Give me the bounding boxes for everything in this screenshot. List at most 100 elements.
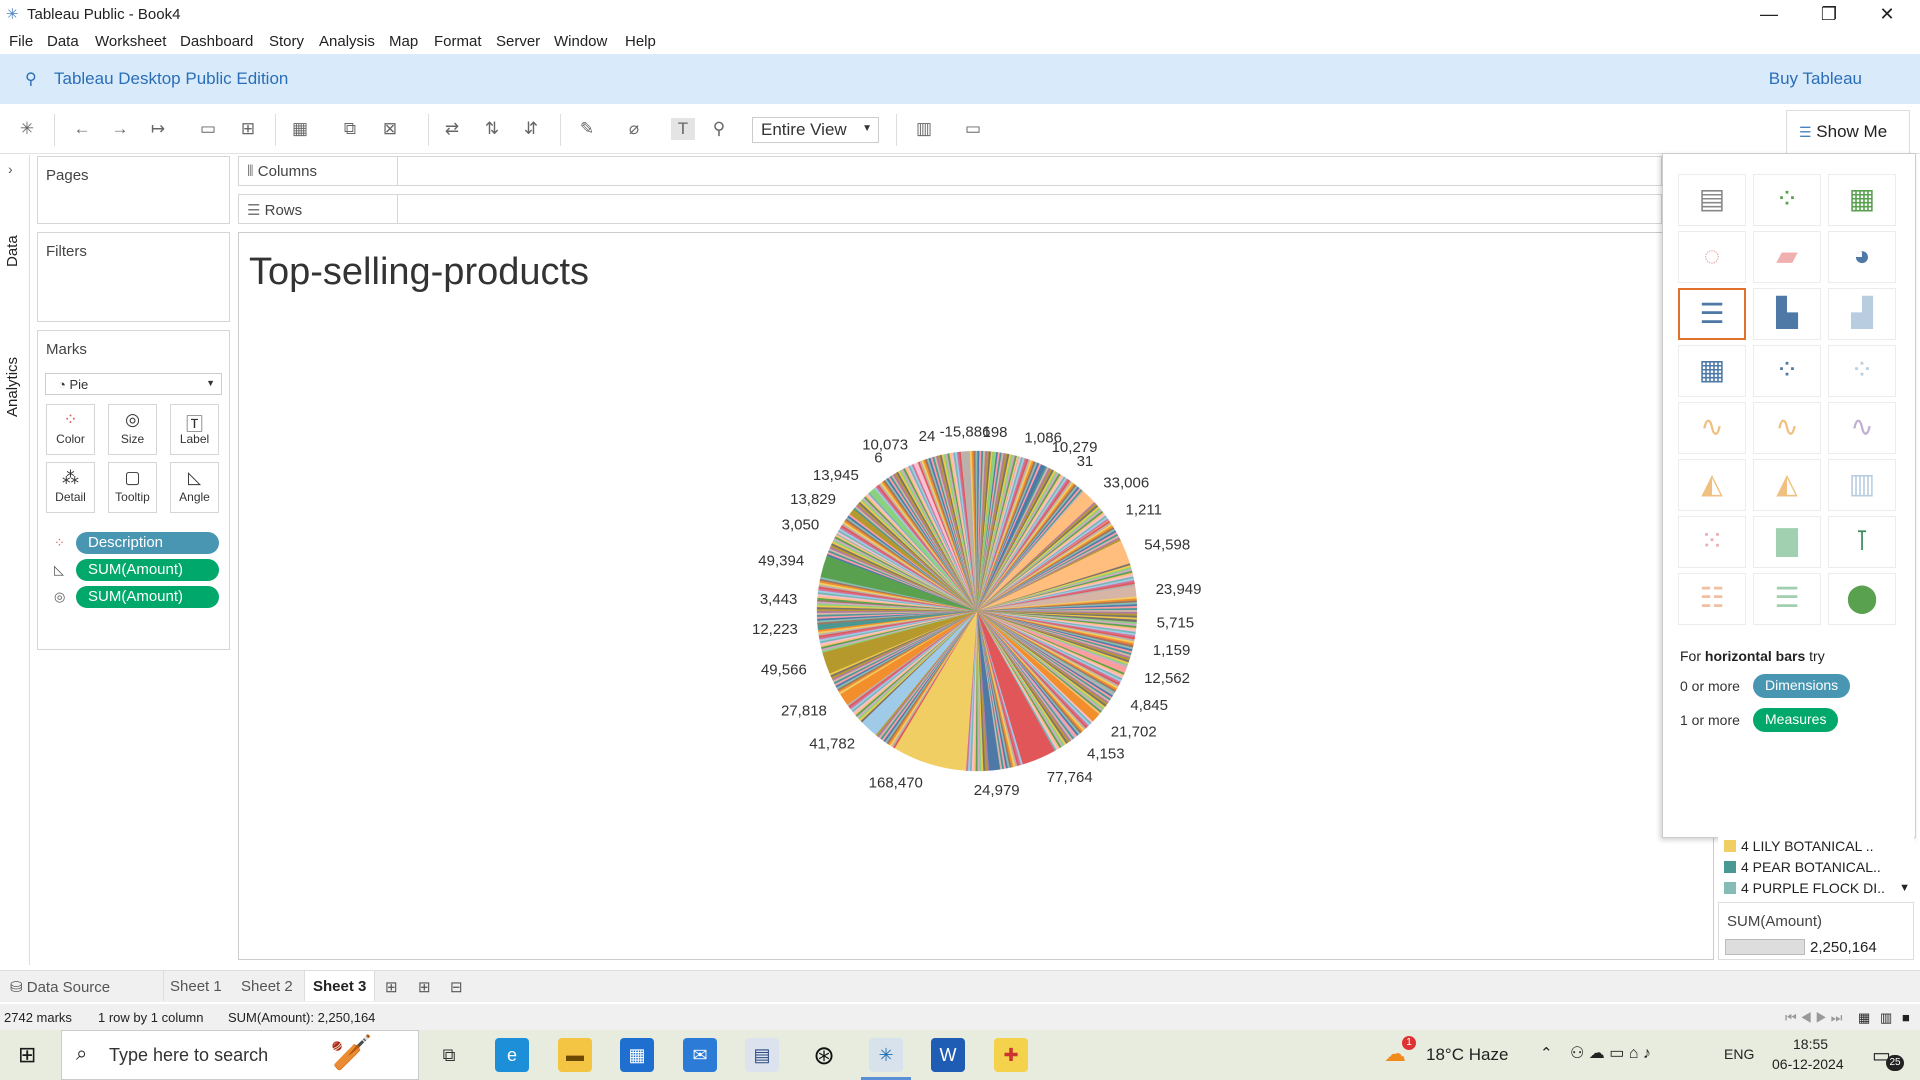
close-button[interactable]: ✕ [1864,0,1910,30]
tab-analytics[interactable]: Analytics [4,357,21,417]
heat-map-icon[interactable]: ⁘ [1753,174,1821,226]
menu-data[interactable]: Data [47,33,79,50]
highlight-icon[interactable]: ✎ [575,118,599,140]
mark-type-dropdown[interactable]: ◔ Pie ▼ [45,373,222,395]
microsoft-store-icon[interactable]: ▦ [620,1038,654,1072]
symbol-map-icon[interactable]: ◌ [1678,231,1746,283]
menu-help[interactable]: Help [625,33,656,50]
show-me-button[interactable]: ☰ Show Me [1786,110,1910,154]
clock-time[interactable]: 18:55 [1793,1036,1828,1052]
detail-button[interactable]: ⁂ Detail [46,462,95,513]
circle-views-icon[interactable]: ⁘ [1753,345,1821,397]
fit-dropdown[interactable]: Entire View ▼ [752,117,879,143]
chatgpt-icon[interactable]: ⊛ [807,1038,841,1072]
line-continuous-icon[interactable]: ∿ [1678,402,1746,454]
columns-shelf[interactable]: ⦀ Columns [238,156,1662,186]
tab-sheet-3[interactable]: Sheet 3 [304,971,376,1001]
menu-analysis[interactable]: Analysis [319,33,375,50]
label-button[interactable]: 🅃 Label [170,404,219,455]
restore-button[interactable]: ❐ [1806,0,1852,30]
show-labels-icon[interactable]: T [671,118,695,140]
bullet-graph-icon[interactable]: ☰ [1753,573,1821,625]
minimize-button[interactable]: — [1746,0,1792,30]
menu-map[interactable]: Map [389,33,418,50]
box-whisker-icon[interactable]: ⊺ [1828,516,1896,568]
side-by-side-bars-icon[interactable]: ▟ [1828,288,1896,340]
new-dashboard-icon[interactable]: ⊞ [418,978,431,996]
save-icon[interactable]: ▭ [196,118,220,140]
tableau-taskbar-icon[interactable]: ✳ [861,1038,911,1080]
image-app-icon[interactable]: ✚ [994,1038,1028,1072]
treemap-icon[interactable]: ▦ [1678,345,1746,397]
mail-icon[interactable]: ✉ [683,1038,717,1072]
tab-data-source[interactable]: ⛁ Data Source [10,978,110,996]
fix-axes-icon[interactable]: ⚲ [707,118,731,140]
file-explorer-icon[interactable]: ▬ [558,1038,592,1072]
duplicate-sheet-icon[interactable]: ⧉ [338,118,362,140]
clear-sheet-icon[interactable]: ⊠ [378,118,402,140]
menu-format[interactable]: Format [434,33,482,50]
horizontal-bars-icon[interactable]: ☰ [1678,288,1746,340]
word-icon[interactable]: W [931,1038,965,1072]
tableau-home-icon[interactable]: ✳ [15,118,39,140]
description-pill[interactable]: Description [76,532,219,554]
grid-view-icon[interactable]: ▦ [1858,1010,1870,1026]
edge-browser-icon[interactable]: e [495,1038,529,1072]
tab-sheet-1[interactable]: Sheet 1 [170,978,222,995]
legend-item[interactable]: 4 PEAR BOTANICAL.. [1724,859,1881,875]
pie-icon[interactable]: ◕ [1828,231,1896,283]
filled-map-icon[interactable]: ▰ [1753,231,1821,283]
rows-shelf[interactable]: ☰ Rows [238,194,1662,224]
histogram-icon[interactable]: ▇ [1753,516,1821,568]
sort-descending-icon[interactable]: ⇵ [519,118,543,140]
clock-date[interactable]: 06-12-2024 [1772,1056,1844,1072]
tray-chevron-icon[interactable]: ⌃ [1540,1044,1553,1062]
dual-lines-icon[interactable]: ∿ [1828,402,1896,454]
area-discrete-icon[interactable]: ◭ [1753,459,1821,511]
side-by-side-circles-icon[interactable]: ⁘ [1828,345,1896,397]
size-button[interactable]: ◎ Size [108,404,157,455]
menu-dashboard[interactable]: Dashboard [180,33,253,50]
menu-story[interactable]: Story [269,33,304,50]
legend-item[interactable]: 4 LILY BOTANICAL .. [1724,838,1874,854]
text-table-icon[interactable]: ▤ [1678,174,1746,226]
sort-ascending-icon[interactable]: ⇅ [480,118,504,140]
undo-icon[interactable]: ← [70,118,94,140]
nav-arrows-icon[interactable]: ⏮ ◀ ▶ ⏭ [1785,1010,1842,1026]
pages-card[interactable]: Pages [37,156,230,224]
task-view-icon[interactable]: ⧉ [432,1038,466,1072]
size-amount-pill[interactable]: SUM(Amount) [76,586,219,608]
buy-tableau-link[interactable]: Buy Tableau [1769,69,1862,89]
line-discrete-icon[interactable]: ∿ [1753,402,1821,454]
filters-card[interactable]: Filters [37,232,230,322]
scroll-down-icon[interactable]: ▼ [1899,882,1910,894]
menu-server[interactable]: Server [496,33,540,50]
document-app-icon[interactable]: ▤ [745,1038,779,1072]
packed-bubbles-icon[interactable]: ⬤ [1828,573,1896,625]
highlight-table-icon[interactable]: ▦ [1828,174,1896,226]
taskbar-search[interactable]: ⌕ Type here to search 🏏 [61,1030,419,1080]
stacked-bars-icon[interactable]: ▙ [1753,288,1821,340]
menu-window[interactable]: Window [554,33,607,50]
menu-file[interactable]: File [9,33,33,50]
worksheet-view[interactable]: Top-selling-products 1,086 10,279 31 33,006… [238,232,1714,960]
collapse-chevron-icon[interactable]: › [8,161,13,177]
color-button[interactable]: ⁘ Color [46,404,95,455]
new-worksheet-icon[interactable]: ⊞ [385,978,398,996]
gantt-icon[interactable]: ☷ [1678,573,1746,625]
filmstrip-icon[interactable]: ▥ [1880,1010,1892,1026]
new-story-icon[interactable]: ⊟ [450,978,463,996]
windows-start-icon[interactable]: ⊞ [18,1042,36,1068]
pie-chart[interactable]: 1,08610,2793133,0061,21154,59823,9495,71… [239,233,1715,961]
scatter-plot-icon[interactable]: ⁙ [1678,516,1746,568]
angle-button[interactable]: ◺ Angle [170,462,219,513]
language-indicator[interactable]: ENG [1724,1046,1754,1062]
group-icon[interactable]: ⌀ [622,118,646,140]
tooltip-button[interactable]: ▢ Tooltip [108,462,157,513]
angle-amount-pill[interactable]: SUM(Amount) [76,559,219,581]
show-cards-icon[interactable]: ▥ [912,118,936,140]
swap-icon[interactable]: ⇄ [440,118,464,140]
tray-apps-icon[interactable]: ⚇ ☁ ▭ ⌂ ♪ [1570,1043,1651,1063]
area-continuous-icon[interactable]: ◭ [1678,459,1746,511]
dual-combination-icon[interactable]: ▥ [1828,459,1896,511]
